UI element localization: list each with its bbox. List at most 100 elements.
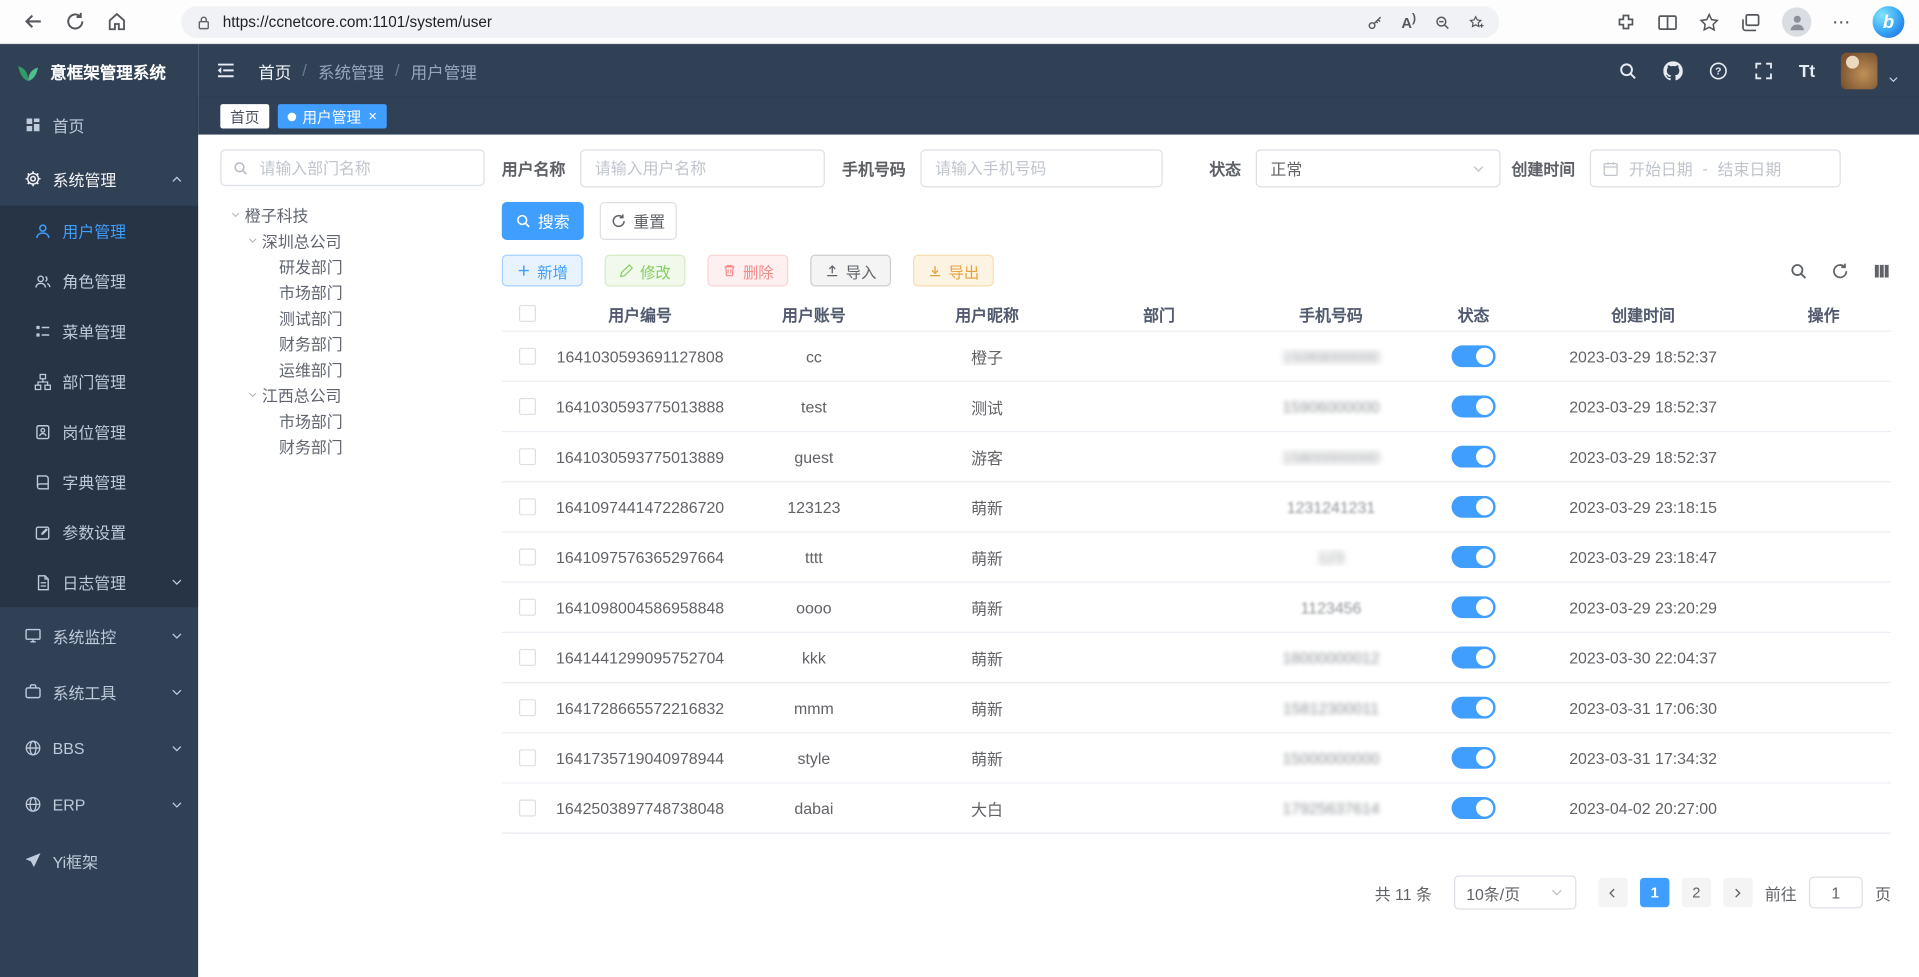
table-search-icon[interactable] [1789, 261, 1807, 279]
copilot-icon[interactable]: b [1873, 6, 1905, 38]
font-size-icon[interactable]: Tt [1799, 61, 1815, 81]
reload-icon[interactable] [61, 8, 88, 35]
tree-node[interactable]: 橙子科技 [220, 202, 484, 228]
url-text[interactable]: https://ccnetcore.com:1101/system/user [223, 13, 1367, 30]
zoom-out-icon[interactable] [1434, 14, 1450, 30]
caret-down-icon[interactable] [244, 389, 262, 400]
page-button-1[interactable]: 1 [1640, 878, 1669, 907]
sidebar-item-post-mgmt[interactable]: 岗位管理 [0, 406, 198, 456]
status-toggle[interactable] [1452, 345, 1496, 367]
jump-page-input[interactable] [1809, 877, 1863, 909]
tree-node[interactable]: 财务部门 [220, 331, 484, 357]
status-toggle[interactable] [1452, 395, 1496, 417]
tree-node[interactable]: 深圳总公司 [220, 228, 484, 254]
add-button[interactable]: 新增 [502, 255, 583, 287]
sidebar-item-erp[interactable]: ERP [0, 776, 198, 832]
edit-button[interactable]: 修改 [605, 255, 686, 287]
sidebar-item-role-mgmt[interactable]: 角色管理 [0, 256, 198, 306]
row-checkbox[interactable] [519, 498, 536, 515]
browser-home-icon[interactable] [103, 8, 130, 35]
row-checkbox[interactable] [519, 799, 536, 816]
collections-icon[interactable] [1740, 12, 1761, 33]
export-button[interactable]: 导出 [913, 255, 994, 287]
caret-down-icon[interactable] [244, 235, 262, 246]
row-checkbox[interactable] [519, 599, 536, 616]
help-icon[interactable]: ? [1708, 61, 1728, 81]
status-toggle[interactable] [1452, 646, 1496, 668]
sidebar-item-log-mgmt[interactable]: 日志管理 [0, 557, 198, 607]
tree-node[interactable]: 运维部门 [220, 356, 484, 382]
row-checkbox[interactable] [519, 699, 536, 716]
status-toggle[interactable] [1452, 697, 1496, 719]
row-checkbox[interactable] [519, 398, 536, 415]
table-columns-icon[interactable] [1873, 261, 1891, 279]
tab-home[interactable]: 首页 [220, 104, 269, 128]
sidebar-item-home[interactable]: 首页 [0, 98, 198, 152]
add-favorite-icon[interactable] [1469, 14, 1485, 30]
address-bar[interactable]: https://ccnetcore.com:1101/system/user A… [181, 6, 1499, 38]
sidebar-item-menu-mgmt[interactable]: 菜单管理 [0, 306, 198, 356]
row-checkbox[interactable] [519, 649, 536, 666]
table-refresh-icon[interactable] [1831, 261, 1849, 279]
favorites-bar-icon[interactable] [1699, 12, 1720, 33]
page-size-select[interactable]: 10条/页 [1454, 875, 1576, 909]
dept-search-input[interactable] [257, 157, 472, 178]
search-button[interactable]: 搜索 [502, 202, 584, 240]
sidebar-item-system-mgmt[interactable]: 系统管理 [0, 152, 198, 206]
status-toggle[interactable] [1452, 797, 1496, 819]
prev-page-button[interactable] [1598, 878, 1627, 907]
row-checkbox[interactable] [519, 448, 536, 465]
read-aloud-icon[interactable]: A) [1401, 12, 1416, 32]
tree-node[interactable]: 市场部门 [220, 408, 484, 434]
avatar-caret-icon[interactable] [1887, 73, 1899, 85]
page-button-2[interactable]: 2 [1682, 878, 1711, 907]
delete-button[interactable]: 删除 [707, 255, 788, 287]
row-checkbox[interactable] [519, 749, 536, 766]
status-toggle[interactable] [1452, 747, 1496, 769]
password-key-icon[interactable] [1367, 14, 1383, 30]
breadcrumb-item[interactable]: 首页 [258, 58, 291, 82]
fullscreen-icon[interactable] [1754, 61, 1774, 81]
tree-node[interactable]: 市场部门 [220, 279, 484, 305]
tree-node[interactable]: 江西总公司 [220, 382, 484, 408]
sidebar-item-bbs[interactable]: BBS [0, 720, 198, 776]
tree-node[interactable]: 研发部门 [220, 253, 484, 279]
tab-user-mgmt[interactable]: 用户管理× [278, 104, 387, 128]
status-toggle[interactable] [1452, 446, 1496, 468]
close-tab-icon[interactable]: × [368, 108, 377, 125]
tree-node[interactable]: 财务部门 [220, 433, 484, 459]
browser-profile-icon[interactable] [1782, 7, 1811, 36]
sidebar-item-dept-mgmt[interactable]: 部门管理 [0, 356, 198, 406]
header-search-icon[interactable] [1618, 61, 1638, 81]
collapse-sidebar-icon[interactable] [215, 60, 236, 81]
status-select[interactable]: 正常 [1256, 149, 1501, 187]
back-icon[interactable] [20, 8, 47, 35]
status-toggle[interactable] [1452, 596, 1496, 618]
select-all-checkbox[interactable] [519, 305, 536, 322]
sidebar-item-system-tools[interactable]: 系统工具 [0, 664, 198, 720]
split-screen-icon[interactable] [1657, 12, 1678, 33]
row-checkbox[interactable] [519, 348, 536, 365]
sidebar-item-system-monitor[interactable]: 系统监控 [0, 607, 198, 663]
import-button[interactable]: 导入 [810, 255, 891, 287]
row-checkbox[interactable] [519, 548, 536, 565]
sidebar-item-dict-mgmt[interactable]: 字典管理 [0, 457, 198, 507]
sidebar-item-yi-framework[interactable]: Yi框架 [0, 833, 198, 889]
user-avatar[interactable] [1841, 52, 1878, 89]
date-range-picker[interactable]: 开始日期 - 结束日期 [1590, 149, 1841, 187]
phone-input[interactable] [920, 149, 1162, 187]
more-menu-icon[interactable]: ⋯ [1832, 11, 1852, 33]
breadcrumb-item[interactable]: 系统管理 [318, 58, 384, 82]
caret-down-icon[interactable] [226, 209, 244, 220]
sidebar-item-user-mgmt[interactable]: 用户管理 [0, 206, 198, 256]
extensions-icon[interactable] [1616, 12, 1637, 33]
tree-node[interactable]: 测试部门 [220, 305, 484, 331]
column-header: 状态 [1417, 302, 1530, 325]
next-page-button[interactable] [1723, 878, 1752, 907]
github-icon[interactable] [1663, 61, 1683, 81]
username-input[interactable] [580, 149, 825, 187]
sidebar-item-param-settings[interactable]: 参数设置 [0, 507, 198, 557]
reset-button[interactable]: 重置 [600, 202, 677, 240]
status-toggle[interactable] [1452, 496, 1496, 518]
status-toggle[interactable] [1452, 546, 1496, 568]
